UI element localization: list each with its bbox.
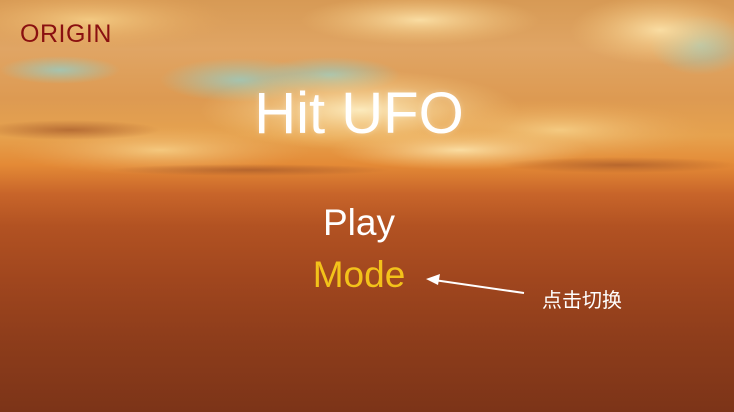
game-menu-screen: ORIGIN Hit UFO Play Mode 点击切换 — [0, 0, 734, 412]
play-button[interactable]: Play — [0, 202, 718, 244]
switch-hint-text: 点击切换 — [542, 288, 622, 312]
game-mode-indicator: ORIGIN — [20, 20, 112, 48]
game-title: Hit UFO — [254, 81, 464, 146]
arrow-left-icon — [426, 274, 525, 294]
